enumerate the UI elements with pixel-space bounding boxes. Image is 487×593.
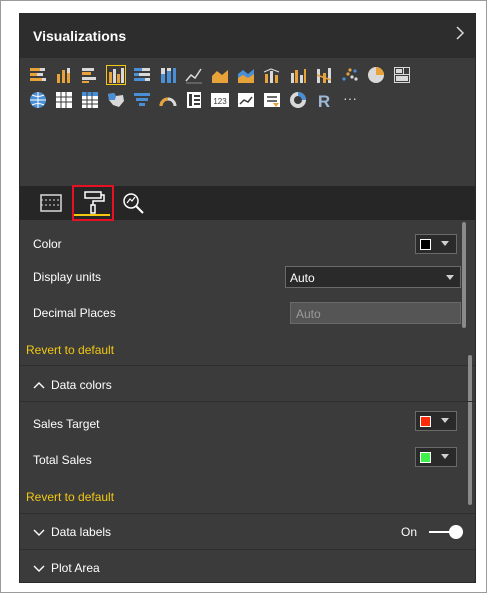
sales-target-label: Sales Target bbox=[33, 417, 100, 431]
visual-type-gallery: 123 R ··· bbox=[29, 65, 469, 116]
decimal-places-label: Decimal Places bbox=[33, 306, 116, 320]
matrix-icon[interactable] bbox=[81, 91, 99, 109]
card-icon-text: 123 bbox=[213, 97, 227, 106]
total-sales-swatch bbox=[420, 452, 431, 463]
r-script-icon[interactable]: R bbox=[315, 91, 333, 111]
funnel-icon[interactable] bbox=[133, 91, 151, 109]
window-frame: Visualizations 123 R ··· Color Display u… bbox=[0, 0, 487, 593]
decimal-places-placeholder: Auto bbox=[296, 307, 321, 321]
plot-area-title: Plot Area bbox=[51, 561, 100, 575]
clustered-bar-icon[interactable] bbox=[81, 66, 99, 84]
plot-area-header[interactable]: Plot Area bbox=[33, 561, 100, 575]
display-units-value: Auto bbox=[290, 271, 315, 285]
area-chart-icon[interactable] bbox=[211, 66, 229, 84]
data-labels-title: Data labels bbox=[51, 525, 112, 539]
kpi-icon[interactable] bbox=[237, 91, 255, 109]
stacked-area-icon[interactable] bbox=[237, 66, 255, 84]
chevron-down-icon bbox=[33, 561, 45, 575]
divider bbox=[20, 549, 475, 550]
line-column-icon[interactable] bbox=[263, 66, 281, 84]
color-swatch bbox=[420, 239, 431, 250]
divider bbox=[20, 401, 475, 402]
pie-chart-icon[interactable] bbox=[367, 66, 385, 84]
chevron-down-icon bbox=[441, 241, 449, 246]
inner-scrollbar[interactable] bbox=[462, 222, 466, 328]
pane-header: Visualizations bbox=[20, 14, 475, 58]
card-icon[interactable]: 123 bbox=[211, 91, 229, 109]
outer-scrollbar[interactable] bbox=[468, 355, 472, 505]
chevron-down-icon bbox=[441, 418, 449, 423]
chevron-up-icon bbox=[33, 378, 45, 392]
sales-target-swatch bbox=[420, 416, 431, 427]
r-script-icon-text: R bbox=[318, 92, 330, 109]
chevron-right-icon[interactable] bbox=[455, 25, 465, 46]
toggle-knob bbox=[449, 525, 463, 539]
slicer-icon[interactable] bbox=[263, 91, 281, 109]
color-label: Color bbox=[33, 237, 62, 251]
gauge-icon[interactable] bbox=[159, 91, 177, 109]
data-labels-toggle[interactable] bbox=[429, 525, 463, 539]
data-labels-header[interactable]: Data labels bbox=[33, 525, 111, 539]
total-sales-label: Total Sales bbox=[33, 453, 92, 467]
multi-row-card-icon[interactable] bbox=[185, 91, 203, 109]
color-picker[interactable] bbox=[415, 234, 457, 254]
revert-to-default-link[interactable]: Revert to default bbox=[26, 490, 114, 504]
divider bbox=[20, 365, 475, 366]
line-chart-icon[interactable] bbox=[185, 66, 203, 84]
total-sales-color-picker[interactable] bbox=[415, 447, 457, 467]
chevron-down-icon bbox=[33, 525, 45, 539]
pane-tabs bbox=[20, 185, 475, 221]
ribbon-chart-icon[interactable] bbox=[315, 66, 333, 84]
table-icon[interactable] bbox=[55, 91, 73, 109]
display-units-label: Display units bbox=[33, 270, 102, 284]
active-tab-indicator bbox=[74, 214, 110, 216]
data-colors-header[interactable]: Data colors bbox=[33, 378, 112, 392]
more-icon[interactable]: ··· bbox=[341, 90, 359, 109]
visualizations-pane: Visualizations 123 R ··· Color Display u… bbox=[19, 13, 476, 583]
decimal-places-input[interactable]: Auto bbox=[290, 302, 461, 324]
100-stacked-column-icon[interactable] bbox=[159, 66, 177, 84]
chevron-down-icon bbox=[446, 275, 454, 280]
clustered-column-icon[interactable] bbox=[106, 65, 126, 85]
line-clustered-column-icon[interactable] bbox=[289, 66, 307, 84]
format-options: Color Display units Auto Decimal Places … bbox=[20, 220, 475, 582]
filled-map-icon[interactable] bbox=[107, 91, 125, 109]
sales-target-color-picker[interactable] bbox=[415, 411, 457, 431]
revert-to-default-link[interactable]: Revert to default bbox=[26, 343, 114, 357]
chevron-down-icon bbox=[441, 454, 449, 459]
scatter-chart-icon[interactable] bbox=[341, 66, 359, 84]
pane-title: Visualizations bbox=[33, 28, 127, 44]
more-icon-text: ··· bbox=[343, 91, 357, 106]
treemap-icon[interactable] bbox=[393, 66, 411, 84]
divider bbox=[20, 513, 475, 514]
map-icon[interactable] bbox=[29, 91, 47, 109]
analytics-magnifier-icon[interactable] bbox=[118, 188, 148, 218]
fields-tab-icon[interactable] bbox=[36, 188, 66, 218]
stacked-bar-icon[interactable] bbox=[29, 66, 47, 84]
stacked-column-icon[interactable] bbox=[55, 66, 73, 84]
display-units-select[interactable]: Auto bbox=[285, 266, 461, 288]
data-colors-title: Data colors bbox=[51, 378, 112, 392]
100-stacked-bar-icon[interactable] bbox=[133, 66, 151, 84]
donut-icon[interactable] bbox=[289, 91, 307, 109]
data-labels-state: On bbox=[401, 525, 418, 539]
